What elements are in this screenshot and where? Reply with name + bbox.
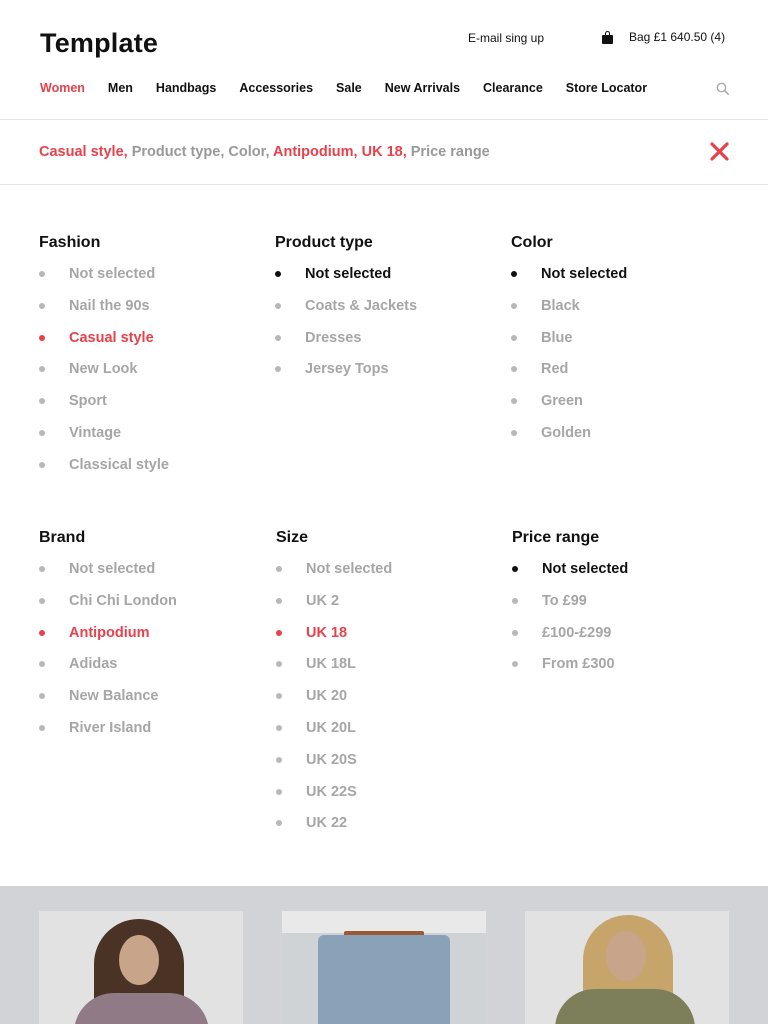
filter-option[interactable]: Jersey Tops [275,361,417,393]
filter-option[interactable]: Antipodium [39,625,177,657]
filter-group-title: Color [511,234,553,251]
search-icon[interactable] [716,82,729,95]
filter-option[interactable]: £100-£299 [512,625,628,657]
nav-item-store-locator[interactable]: Store Locator [566,81,647,95]
summary-filter-chip[interactable]: Product type, [132,144,225,160]
filter-option[interactable]: From £300 [512,656,628,688]
filter-option[interactable]: Not selected [275,266,417,298]
active-filters-summary: Casual style, Product type, Color, Antip… [39,144,490,160]
filter-group-title: Size [276,529,309,546]
filter-option[interactable]: New Balance [39,688,177,720]
summary-divider [0,184,768,185]
filter-group-title: Product type [275,234,373,251]
filter-option[interactable]: Blue [511,330,627,362]
filter-group-size: Size Not selected UK 2 UK 18 UK 18L UK 20 UK … [276,529,392,847]
close-icon[interactable] [709,141,730,162]
filter-option[interactable]: River Island [39,720,177,752]
filter-options: Not selected Coats & Jackets Dresses Jersey… [275,266,417,393]
filter-option[interactable]: UK 22S [276,784,392,816]
bag-icon [602,30,613,44]
filter-option[interactable]: Black [511,298,627,330]
logo[interactable]: Template [40,28,158,59]
summary-filter-chip[interactable]: Casual style, [39,144,128,160]
summary-filter-chip[interactable]: Price range [411,144,490,160]
bag-summary-label: Bag £1 640.50 (4) [629,30,726,44]
filter-option[interactable]: To £99 [512,593,628,625]
nav-item-men[interactable]: Men [108,81,133,95]
filter-option[interactable]: Not selected [512,561,628,593]
filter-group-title: Price range [512,529,600,546]
filter-option[interactable]: Not selected [39,561,177,593]
nav-item-accessories[interactable]: Accessories [239,81,313,95]
nav-item-handbags[interactable]: Handbags [156,81,216,95]
filter-group-price-range: Price range Not selected To £99 £100-£299 F… [512,529,628,688]
filter-option[interactable]: Dresses [275,330,417,362]
filter-options: Not selected Chi Chi London Antipodium Adid… [39,561,177,752]
nav-item-clearance[interactable]: Clearance [483,81,543,95]
summary-filter-chip[interactable]: UK 18, [362,144,407,160]
filter-option[interactable]: UK 18L [276,656,392,688]
filter-option[interactable]: Sport [39,393,169,425]
filter-group-color: Color Not selected Black Blue Red Green Golde… [511,234,627,457]
filter-option[interactable]: Vintage [39,425,169,457]
product-card-image[interactable] [282,911,486,1024]
filter-options: Not selected UK 2 UK 18 UK 18L UK 20 UK 20L UK… [276,561,392,847]
shopping-bag-button[interactable]: Bag £1 640.50 (4) [602,30,725,44]
filter-options: Not selected Nail the 90s Casual style New … [39,266,169,489]
header-divider [0,119,768,120]
product-card-image[interactable] [39,911,243,1024]
filter-option[interactable]: UK 18 [276,625,392,657]
filter-group-title: Fashion [39,234,101,251]
filter-group-product-type: Product type Not selected Coats & Jackets… [275,234,417,393]
filter-option[interactable]: UK 22 [276,815,392,847]
filter-option[interactable]: UK 20 [276,688,392,720]
filter-option[interactable]: New Look [39,361,169,393]
filter-option[interactable]: Coats & Jackets [275,298,417,330]
filter-option[interactable]: Not selected [39,266,169,298]
filter-group-fashion: Fashion Not selected Nail the 90s Casual s… [39,234,169,489]
nav-item-women[interactable]: Women [40,81,85,95]
filter-option[interactable]: UK 20L [276,720,392,752]
summary-filter-chip[interactable]: Color, [228,144,269,160]
nav-item-new-arrivals[interactable]: New Arrivals [385,81,460,95]
filter-option[interactable]: Green [511,393,627,425]
filter-option[interactable]: UK 20S [276,752,392,784]
filter-option[interactable]: UK 2 [276,593,392,625]
filter-options: Not selected Black Blue Red Green Golden [511,266,627,457]
product-strip [0,886,768,1024]
filter-option[interactable]: Casual style [39,330,169,362]
filter-option[interactable]: Classical style [39,457,169,489]
filter-option[interactable]: Not selected [511,266,627,298]
email-signup-link[interactable]: E-mail sing up [468,31,544,45]
filter-option[interactable]: Adidas [39,656,177,688]
main-nav: Women Men Handbags Accessories Sale New … [40,81,670,95]
filter-options: Not selected To £99 £100-£299 From £300 [512,561,628,688]
filter-option[interactable]: Nail the 90s [39,298,169,330]
filter-option[interactable]: Not selected [276,561,392,593]
product-card-image[interactable] [525,911,729,1024]
nav-item-sale[interactable]: Sale [336,81,362,95]
filter-group-brand: Brand Not selected Chi Chi London Antipodi… [39,529,177,752]
filter-group-title: Brand [39,529,86,546]
filter-option[interactable]: Golden [511,425,627,457]
filter-option[interactable]: Chi Chi London [39,593,177,625]
summary-filter-chip[interactable]: Antipodium, [273,144,358,160]
filter-option[interactable]: Red [511,361,627,393]
